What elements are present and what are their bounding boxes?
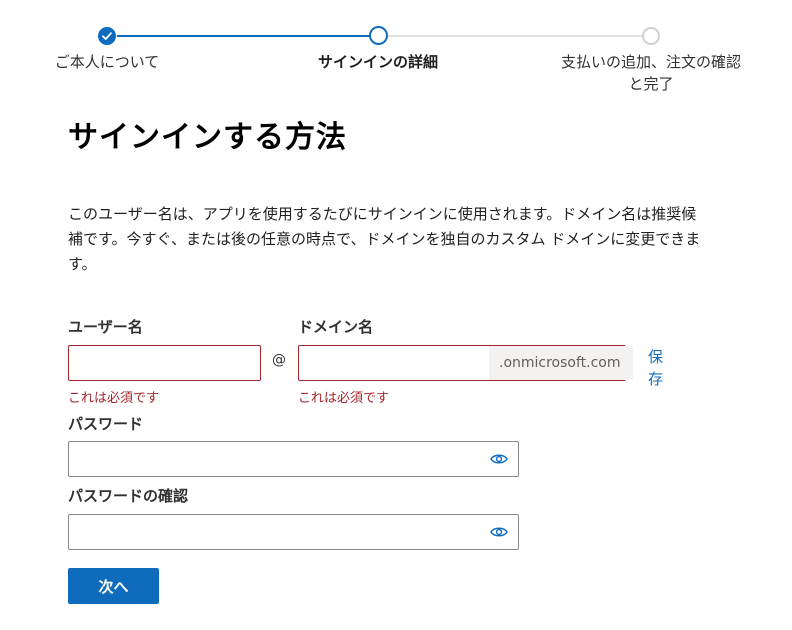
username-label: ユーザー名 <box>68 318 143 336</box>
step-1-label: ご本人について <box>54 53 160 71</box>
domain-error: これは必須です <box>298 391 390 406</box>
step-2-current-indicator <box>369 26 388 45</box>
eye-icon[interactable] <box>490 453 508 465</box>
stepper-line-upcoming <box>388 35 642 37</box>
domain-label: ドメイン名 <box>298 318 374 336</box>
next-button[interactable]: 次へ <box>68 568 159 604</box>
domain-field[interactable]: .onmicrosoft.com <box>298 345 633 381</box>
save-domain-link[interactable]: 保存 <box>648 346 666 390</box>
step-3-label: 支払いの追加、注文の確認と完了 <box>560 53 741 93</box>
eye-icon[interactable] <box>490 526 508 538</box>
password-field[interactable] <box>68 441 519 477</box>
password-input[interactable] <box>69 442 490 476</box>
username-input[interactable] <box>69 346 260 380</box>
page-description: このユーザー名は、アプリを使用するたびにサインインに使用されます。ドメイン名は推… <box>68 205 701 273</box>
password-label: パスワード <box>68 415 144 433</box>
step-3-upcoming-indicator <box>642 27 660 45</box>
checkmark-icon <box>102 32 112 40</box>
step-1-completed-indicator <box>98 27 116 45</box>
confirm-password-field[interactable] <box>68 514 519 550</box>
domain-suffix: .onmicrosoft.com <box>489 346 633 380</box>
confirm-password-label: パスワードの確認 <box>68 487 189 505</box>
progress-stepper: ご本人について サインインの詳細 支払いの追加、注文の確認と完了 <box>0 0 792 100</box>
at-symbol: @ <box>272 352 286 368</box>
stepper-line-completed <box>117 35 370 37</box>
domain-input[interactable] <box>299 346 489 380</box>
username-field[interactable] <box>68 345 261 381</box>
page-title: サインインする方法 <box>68 120 347 155</box>
username-error: これは必須です <box>68 391 160 406</box>
step-2-label: サインインの詳細 <box>317 53 438 71</box>
confirm-password-input[interactable] <box>69 515 490 549</box>
